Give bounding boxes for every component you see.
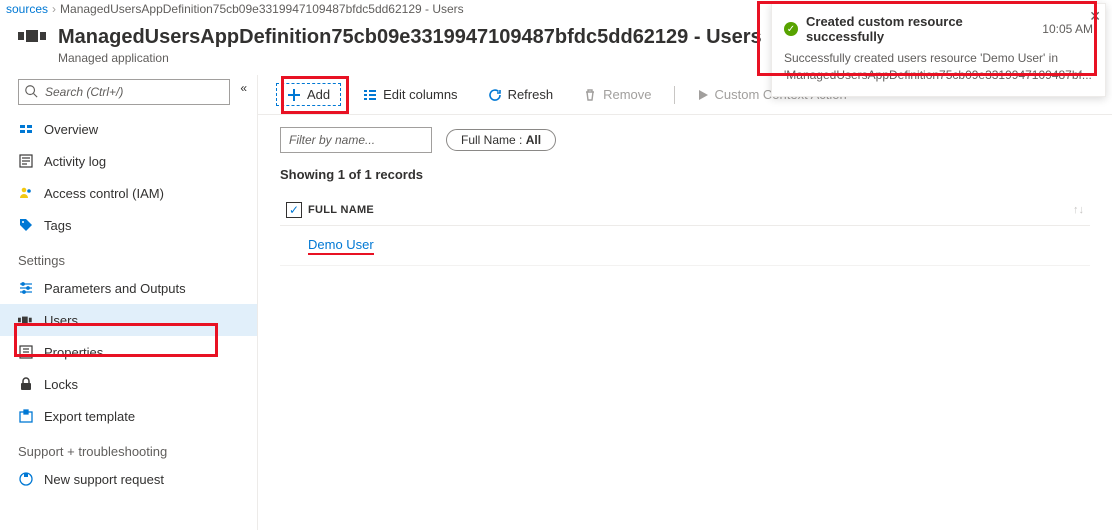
sidebar-item-label: Overview <box>44 122 98 137</box>
sort-icon[interactable]: ↑↓ <box>1073 204 1090 216</box>
sidebar-item-overview[interactable]: Overview <box>0 113 257 145</box>
search-input[interactable] <box>18 79 230 105</box>
chevron-right-icon: › <box>52 2 56 16</box>
sidebar-item-label: Export template <box>44 409 135 424</box>
sidebar-item-label: New support request <box>44 472 164 487</box>
collapse-sidebar-icon[interactable]: « <box>240 81 247 95</box>
sidebar-item-parameters-outputs[interactable]: Parameters and Outputs <box>0 272 257 304</box>
refresh-label: Refresh <box>508 87 554 102</box>
refresh-icon <box>488 88 502 102</box>
sidebar-item-users[interactable]: Users <box>0 304 257 336</box>
sidebar-item-activity-log[interactable]: Activity log <box>0 145 257 177</box>
sidebar-item-label: Locks <box>44 377 78 392</box>
toast-time: 10:05 AM <box>1042 22 1093 36</box>
search-icon <box>24 84 38 101</box>
edit-columns-button[interactable]: Edit columns <box>355 83 465 106</box>
users-table: ✓ FULL NAME ↑↓ Demo User <box>258 190 1112 270</box>
sidebar-item-label: Properties <box>44 345 103 360</box>
activity-log-icon <box>18 153 34 169</box>
breadcrumb-root[interactable]: sources <box>6 2 48 16</box>
sidebar-item-label: Users <box>44 313 78 328</box>
notification-toast: ✕ ✓ Created custom resource successfully… <box>771 3 1106 97</box>
pill-label: Full Name : <box>461 133 526 147</box>
sidebar-item-label: Activity log <box>44 154 106 169</box>
sidebar-item-new-support-request[interactable]: New support request <box>0 463 257 495</box>
remove-button[interactable]: Remove <box>575 83 659 106</box>
success-icon: ✓ <box>784 22 798 36</box>
result-count: Showing 1 of 1 records <box>258 161 1112 190</box>
close-toast-button[interactable]: ✕ <box>1089 8 1101 25</box>
delete-icon <box>583 88 597 102</box>
column-fullname[interactable]: FULL NAME <box>308 204 1073 216</box>
toolbar-separator <box>674 86 675 104</box>
sidebar-section-settings: Settings <box>0 241 257 272</box>
toast-body: Successfully created users resource 'Dem… <box>784 50 1093 84</box>
breadcrumb-current: ManagedUsersAppDefinition75cb09e33199471… <box>60 2 464 16</box>
page-title: ManagedUsersAppDefinition75cb09e33199471… <box>58 26 762 49</box>
edit-columns-label: Edit columns <box>383 87 457 102</box>
lock-icon <box>18 376 34 392</box>
table-row[interactable]: Demo User <box>280 226 1090 266</box>
select-all-checkbox[interactable]: ✓ <box>280 202 308 218</box>
filter-name-input[interactable] <box>280 127 432 153</box>
main-content: Add Edit columns Refresh Remove Custom C… <box>258 75 1112 530</box>
overview-icon <box>18 121 34 137</box>
users-icon <box>18 312 34 328</box>
table-header: ✓ FULL NAME ↑↓ <box>280 194 1090 226</box>
sidebar-item-access-control[interactable]: Access control (IAM) <box>0 177 257 209</box>
play-icon <box>697 89 709 101</box>
filter-fullname-pill[interactable]: Full Name : All <box>446 129 556 151</box>
sidebar-item-label: Parameters and Outputs <box>44 281 186 296</box>
sidebar-item-label: Access control (IAM) <box>44 186 164 201</box>
refresh-button[interactable]: Refresh <box>480 83 562 106</box>
add-button[interactable]: Add <box>276 83 341 106</box>
sidebar: « Overview Activity log Access control (… <box>0 75 258 530</box>
sidebar-item-tags[interactable]: Tags <box>0 209 257 241</box>
edit-columns-icon <box>363 88 377 102</box>
properties-icon <box>18 344 34 360</box>
sidebar-item-properties[interactable]: Properties <box>0 336 257 368</box>
sidebar-section-support: Support + troubleshooting <box>0 432 257 463</box>
sidebar-item-export-template[interactable]: Export template <box>0 400 257 432</box>
sidebar-item-locks[interactable]: Locks <box>0 368 257 400</box>
tags-icon <box>18 217 34 233</box>
filters-row: Full Name : All <box>258 115 1112 161</box>
user-link[interactable]: Demo User <box>308 237 374 255</box>
add-button-label: Add <box>307 87 330 102</box>
support-icon <box>18 471 34 487</box>
toast-title: Created custom resource successfully <box>806 14 1034 44</box>
remove-label: Remove <box>603 87 651 102</box>
parameters-icon <box>18 280 34 296</box>
sidebar-item-label: Tags <box>44 218 71 233</box>
pill-value: All <box>526 133 541 147</box>
export-template-icon <box>18 408 34 424</box>
managed-app-icon <box>18 26 46 49</box>
access-control-icon <box>18 185 34 201</box>
plus-icon <box>287 88 301 102</box>
page-subtitle: Managed application <box>58 51 762 65</box>
